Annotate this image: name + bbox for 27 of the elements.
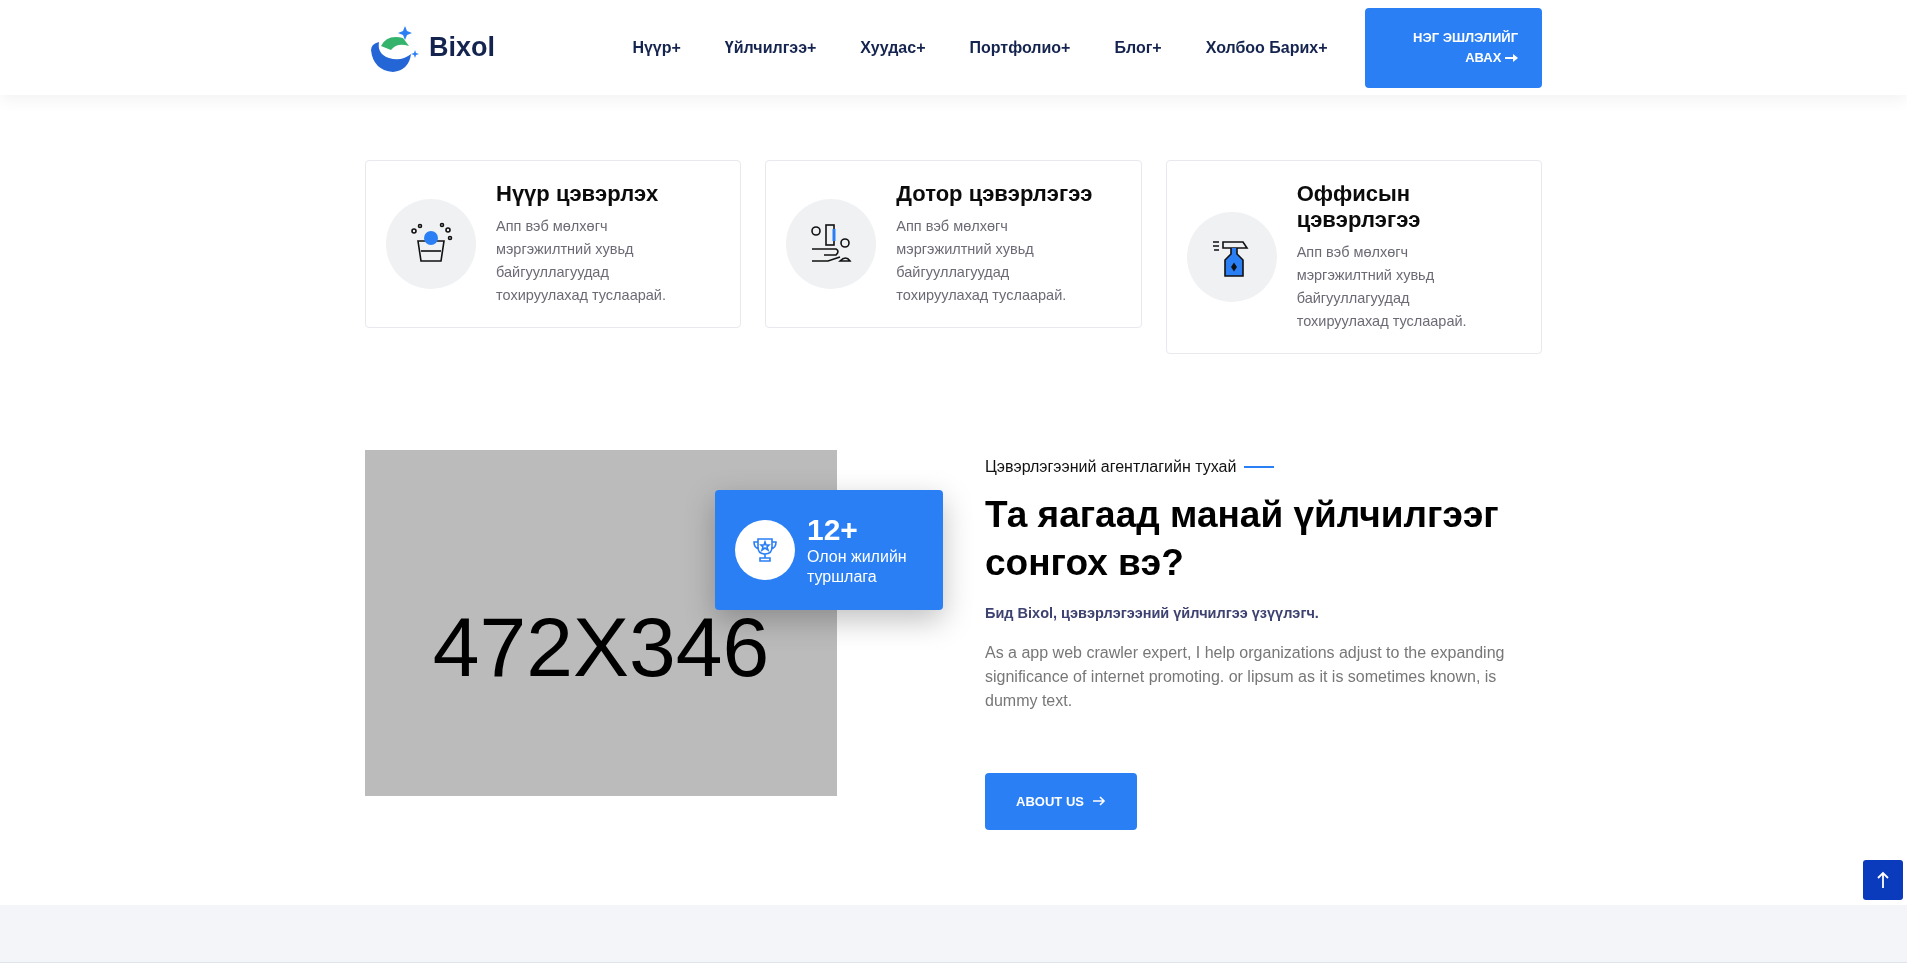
arrow-up-icon (1876, 871, 1890, 889)
service-text: Апп вэб мөлхөгч мэргэжилтний хувьд байгууллагуудад тохируулахад туслаарай. (496, 217, 667, 305)
service-title: Оффисын цэвэрлэгээ (1296, 181, 1422, 233)
nav-link[interactable]: Блог+ (1114, 35, 1162, 60)
nav-link[interactable]: Хуудас+ (860, 35, 926, 60)
body-text: As a app web crawler expert, I help organizations adjust to the expanding significance of internet promoting. or lipsum as it is sometimes known, is dummy text. (985, 642, 1506, 711)
nav-link[interactable]: Портфолио+ (969, 35, 1071, 60)
service-text: Апп вэб мөлхөгч мэргэжилтний хувьд байгууллагуудад тохируулахад туслаарай. (1296, 243, 1468, 331)
badge-number: 12+ (807, 513, 859, 547)
image-size-label: 472X346 (432, 599, 770, 696)
service-title: Дотор цэвэрлэгээ (896, 181, 1094, 207)
service-title: Нүүр цэвэрлэх (496, 181, 660, 207)
logo-text: Bixol (429, 31, 495, 65)
service-text: Апп вэб мөлхөгч мэргэжилтний хувьд байгууллагуудад тохируулахад туслаарай. (896, 217, 1068, 305)
nav-link[interactable]: Нүүр+ (632, 35, 681, 60)
nav-link[interactable]: Холбоо Барих+ (1205, 35, 1328, 60)
section-heading: Та яагаад манай үйлчилгээг сонгох вэ? (985, 493, 1500, 585)
trophy-icon (750, 535, 780, 565)
lead-text: Бид Bixol, цэвэрлэгээний үйлчилгээ үзүүлэгч. (985, 604, 1320, 623)
arrow-right-icon (1091, 795, 1106, 808)
arrow-right-icon (1505, 53, 1518, 64)
badge-label: Олон жилийн туршлага (807, 547, 908, 587)
about-us-button[interactable]: ABOUT US (985, 772, 1137, 830)
nav-link[interactable]: Үйлчилгээ+ (724, 35, 817, 60)
scroll-to-top-button[interactable] (1863, 860, 1903, 900)
section-eyebrow: Цэвэрлэгээний агентлагийн тухай (985, 457, 1237, 477)
quote-button[interactable]: НЭГ ЭШЛЭЛИЙГ АВАХ (1365, 7, 1542, 88)
